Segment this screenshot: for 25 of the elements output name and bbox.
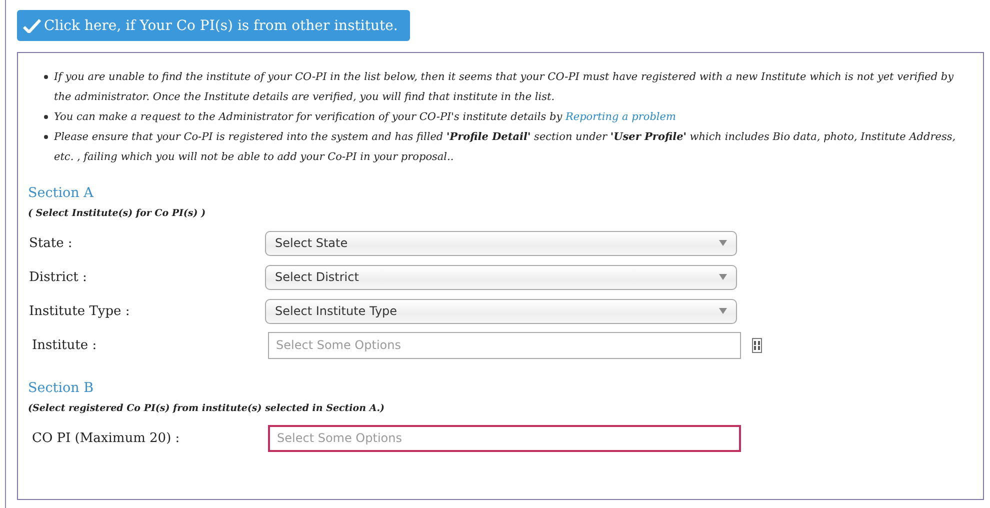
field-label: State :	[28, 236, 74, 250]
multi-select-field[interactable]: Select Some Options	[268, 424, 741, 452]
field-label: CO PI (Maximum 20) :	[31, 430, 181, 446]
field-label: Institute :	[31, 338, 98, 352]
caret-icon	[719, 308, 727, 314]
field-label: District :	[28, 270, 88, 284]
bullet-icon	[44, 75, 48, 79]
select-dropdown[interactable]: Select District	[265, 264, 737, 290]
select-dropdown[interactable]: Select State	[265, 230, 737, 256]
instruction-text: Please ensure that your Co-PI is registered into the system and has filled 'Profile Detail' section under 'User Profile' which includes Bio data, photo, Institute Address, etc. , failing which you will not be able to add your Co-PI in your proposal..	[54, 130, 957, 165]
section-hint: (Select registered Co PI(s) from institute(s) selected in Section A.)	[28, 403, 386, 414]
section-hint: ( Select Institute(s) for Co PI(s) )	[28, 208, 207, 219]
multi-select-field[interactable]: Select Some Options	[268, 332, 741, 358]
select-dropdown[interactable]: Select Institute Type	[265, 298, 737, 324]
checkmark-icon	[23, 18, 41, 32]
instruction-text: If you are unable to find the institute of your CO-PI in the list below, then it seems that your CO-PI must have registered with a new Institute which is not yet verified by the administrator. Once the Institute details are verified, you will find that institute in the list.	[54, 70, 955, 105]
bullet-icon	[44, 135, 48, 139]
bullet-icon	[44, 115, 48, 119]
report-problem-link[interactable]: Reporting a problem	[565, 111, 676, 123]
instruction-text: You can make a request to the Administrator for verification of your CO-PI's institute details by Reporting a problem	[54, 110, 676, 125]
caret-icon	[719, 240, 727, 246]
caret-icon	[719, 274, 727, 280]
section-title: Section A	[28, 185, 94, 201]
field-label: Institute Type :	[28, 304, 131, 318]
section-title: Section B	[28, 380, 95, 396]
